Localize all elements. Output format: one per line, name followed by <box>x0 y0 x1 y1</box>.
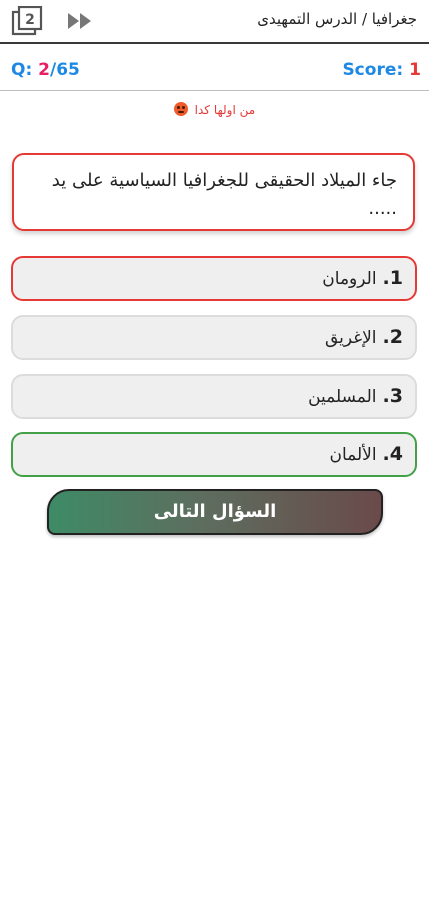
question-text: جاء الميلاد الحقيقى للجغرافيا السياسية ع… <box>51 170 397 219</box>
option-4[interactable]: 4.الألمان <box>11 432 417 477</box>
option-number: 2. <box>382 326 403 348</box>
option-3[interactable]: 3.المسلمين <box>11 374 417 419</box>
feedback-text: من اولها كدا <box>194 103 256 117</box>
option-label: الرومان <box>322 269 377 289</box>
option-2[interactable]: 2.الإغريق <box>11 315 417 360</box>
feedback-message: من اولها كدا <box>0 102 429 117</box>
skip-forward-icon[interactable] <box>64 6 98 36</box>
question-counter-prefix: Q: <box>11 60 33 80</box>
svg-text:2: 2 <box>25 12 35 28</box>
score: Score: 1 <box>342 60 421 80</box>
stats-bar: Q: 2/65 Score: 1 <box>0 44 429 90</box>
lesson-title: جغرافيا / الدرس التمهيدى <box>257 10 417 28</box>
option-number: 1. <box>382 267 403 289</box>
question-total: /65 <box>50 60 80 80</box>
option-label: الألمان <box>329 445 377 465</box>
pages-icon[interactable]: 2 <box>11 5 45 36</box>
question-counter: Q: 2/65 <box>11 60 80 80</box>
angry-face-icon <box>173 102 188 116</box>
option-number: 4. <box>382 443 403 465</box>
question-current: 2 <box>38 60 51 80</box>
next-question-button[interactable]: السؤال التالى <box>47 489 383 535</box>
option-label: الإغريق <box>324 328 377 348</box>
option-number: 3. <box>382 385 403 407</box>
stats-divider <box>0 90 429 91</box>
question-card: جاء الميلاد الحقيقى للجغرافيا السياسية ع… <box>12 153 415 231</box>
score-label: Score: <box>342 60 404 80</box>
option-label: المسلمين <box>308 387 377 407</box>
top-bar: 2 جغرافيا / الدرس التمهيدى <box>0 0 429 42</box>
option-1[interactable]: 1.الرومان <box>11 256 417 301</box>
score-value: 1 <box>409 60 421 80</box>
